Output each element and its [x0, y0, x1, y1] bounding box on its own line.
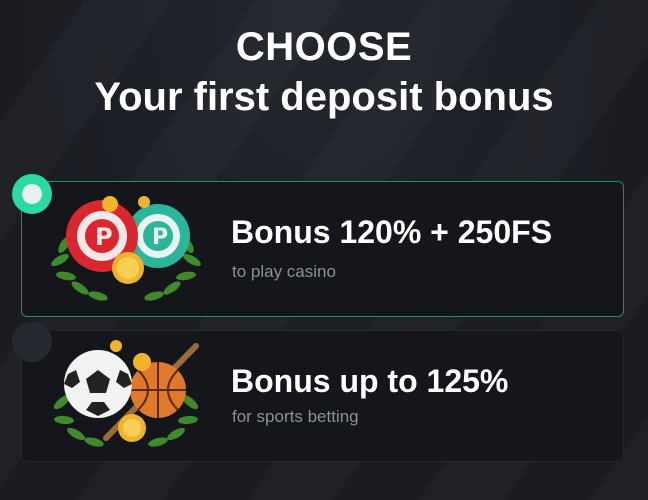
- svg-text:P: P: [152, 225, 168, 250]
- svg-text:P: P: [95, 223, 113, 251]
- option-subtitle: for sports betting: [232, 407, 359, 426]
- casino-chips-icon: P P: [51, 196, 201, 301]
- option-title: Bonus 120% + 250FS: [231, 214, 553, 250]
- page-title: CHOOSE Your first deposit bonus: [0, 22, 648, 122]
- option-title: Bonus up to 125%: [231, 363, 509, 399]
- option-subtitle: to play casino: [232, 262, 336, 281]
- title-line-1: CHOOSE: [235, 25, 413, 69]
- sports-balls-icon: [53, 340, 199, 447]
- title-line-2: Your first deposit bonus: [94, 75, 554, 119]
